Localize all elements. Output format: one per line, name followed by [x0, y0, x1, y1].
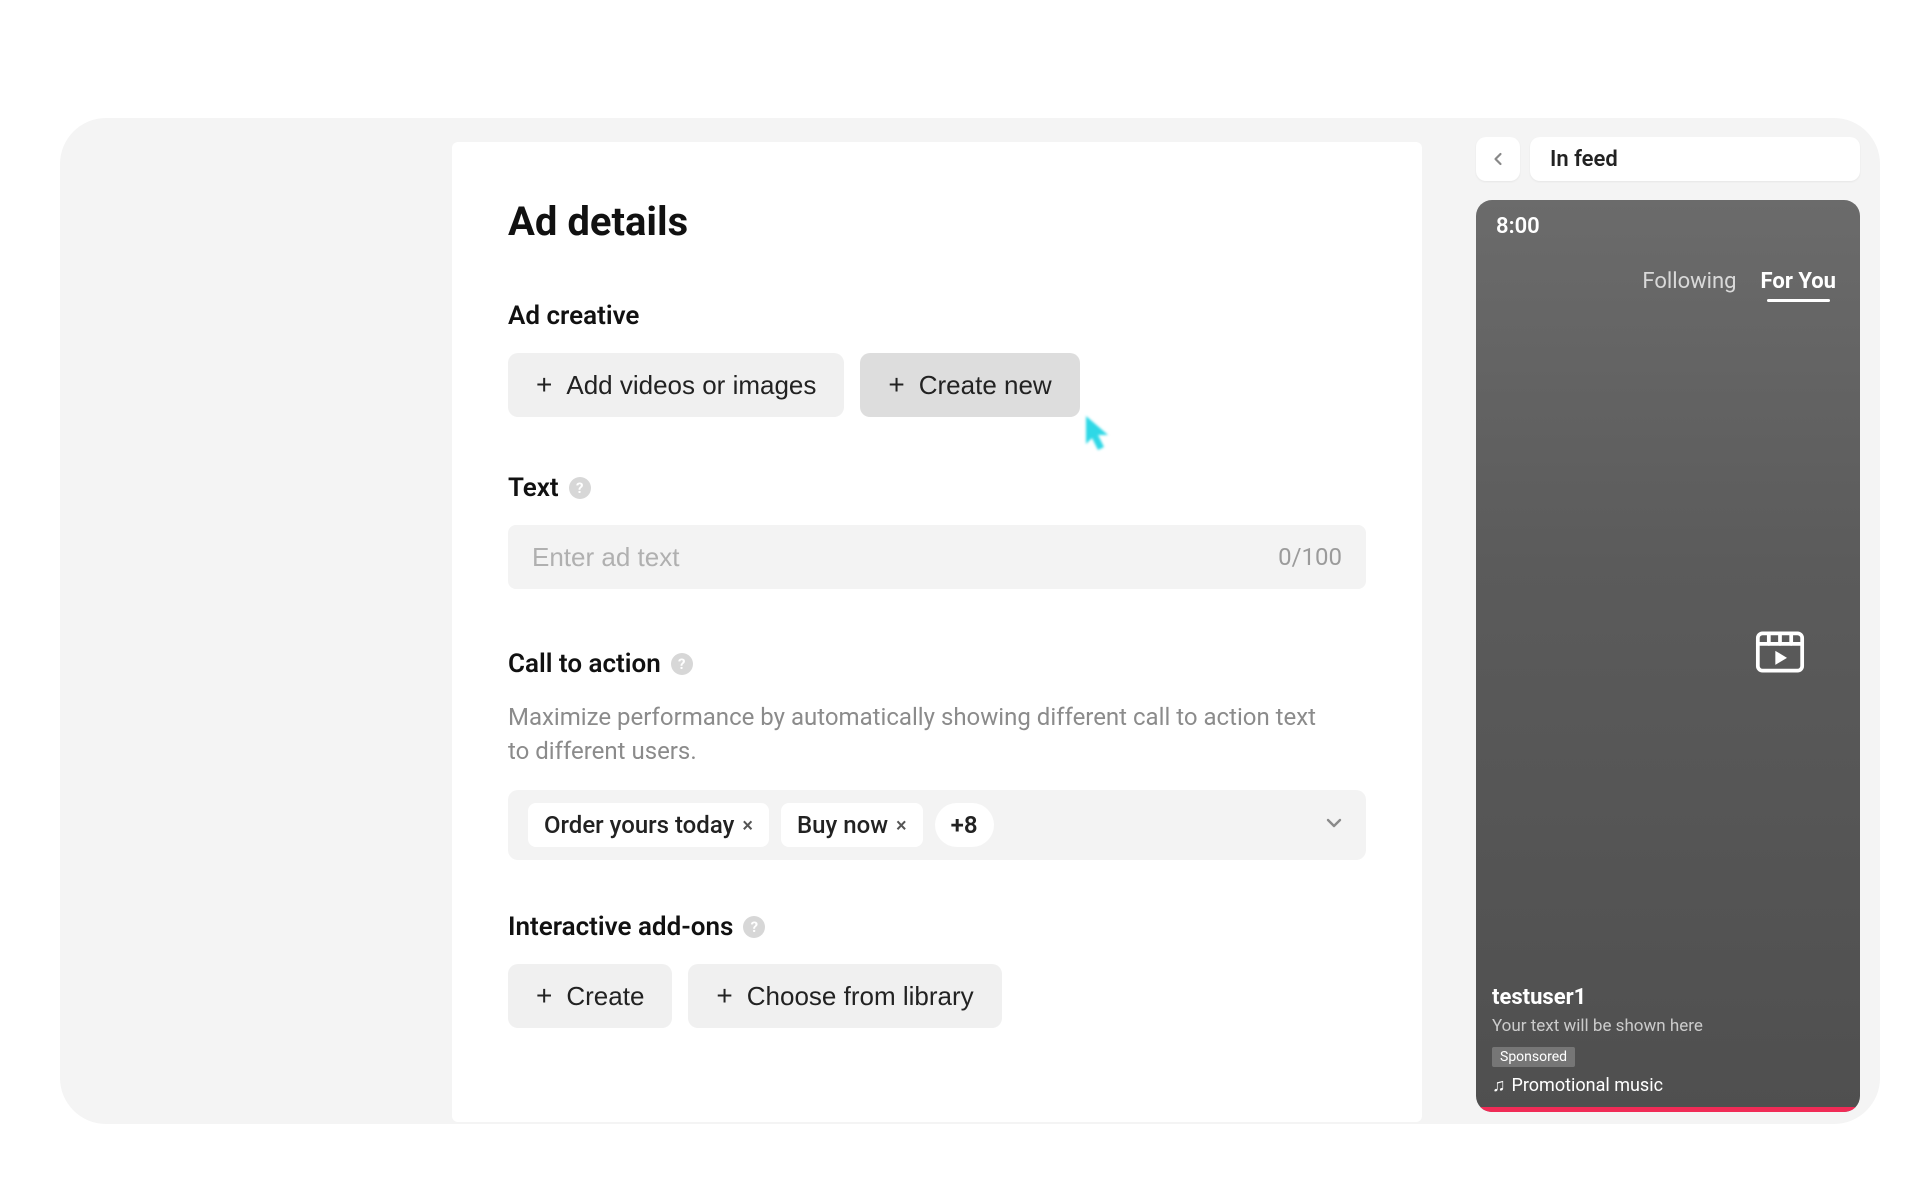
ad-text-field[interactable]: 0/100 [508, 525, 1366, 589]
cta-label: Call to action [508, 649, 661, 679]
char-counter: 0/100 [1278, 543, 1342, 571]
tab-for-you[interactable]: For You [1761, 269, 1836, 294]
addon-create-label: Create [566, 981, 644, 1012]
cta-description: Maximize performance by automatically sh… [508, 701, 1328, 768]
preview-mode-select[interactable]: In feed [1530, 137, 1860, 181]
preview-music: ♫ Promotional music [1492, 1075, 1844, 1096]
text-section: Text ? 0/100 [508, 473, 1366, 589]
ad-text-input[interactable] [532, 542, 1278, 573]
plus-icon: + [888, 369, 904, 401]
help-icon[interactable]: ? [743, 916, 765, 938]
text-label: Text [508, 473, 559, 503]
plus-icon: + [536, 980, 552, 1012]
preview-bottom-info: testuser1 Your text will be shown here S… [1492, 985, 1844, 1096]
preview-header: In feed [1476, 133, 1860, 185]
page-title: Ad details [508, 198, 1366, 245]
feed-tabs: Following For You [1476, 239, 1860, 294]
create-new-button[interactable]: + Create new [860, 353, 1079, 417]
call-to-action-section: Call to action ? Maximize performance by… [508, 649, 1366, 860]
preview-music-label: Promotional music [1512, 1075, 1664, 1096]
ad-creative-label: Ad creative [508, 301, 639, 331]
interactive-addons-section: Interactive add-ons ? + Create + Choose … [508, 912, 1366, 1028]
cta-chip-label: Buy now [797, 811, 888, 839]
sponsored-badge: Sponsored [1492, 1047, 1575, 1067]
ad-details-card: Ad details Ad creative + Add videos or i… [452, 142, 1422, 1122]
addon-choose-library-button[interactable]: + Choose from library [688, 964, 1001, 1028]
chip-remove-icon[interactable]: × [742, 813, 753, 837]
tab-following[interactable]: Following [1642, 269, 1736, 294]
preview-back-button[interactable] [1476, 137, 1520, 181]
cta-select[interactable]: Order yours today × Buy now × +8 [508, 790, 1366, 860]
preview-text-placeholder: Your text will be shown here [1492, 1016, 1844, 1036]
create-new-label: Create new [919, 370, 1052, 401]
add-videos-or-images-button[interactable]: + Add videos or images [508, 353, 844, 417]
status-time: 8:00 [1476, 200, 1860, 239]
help-icon[interactable]: ? [569, 477, 591, 499]
preview-username: testuser1 [1492, 985, 1844, 1010]
preview-mode-label: In feed [1550, 147, 1618, 172]
page-shell: Ad details Ad creative + Add videos or i… [60, 118, 1880, 1124]
preview-progress-bar [1476, 1107, 1860, 1112]
plus-icon: + [536, 369, 552, 401]
add-videos-or-images-label: Add videos or images [566, 370, 816, 401]
cta-more-badge[interactable]: +8 [935, 803, 994, 847]
help-icon[interactable]: ? [671, 653, 693, 675]
addon-library-label: Choose from library [747, 981, 974, 1012]
chip-remove-icon[interactable]: × [896, 813, 907, 837]
addons-label: Interactive add-ons [508, 912, 733, 942]
plus-icon: + [716, 980, 732, 1012]
cta-chip-label: Order yours today [544, 811, 734, 839]
cta-chip: Order yours today × [528, 803, 769, 847]
music-note-icon: ♫ [1492, 1075, 1506, 1096]
chevron-down-icon [1322, 811, 1346, 839]
ad-creative-section: Ad creative + Add videos or images + Cre… [508, 301, 1366, 417]
addon-create-button[interactable]: + Create [508, 964, 672, 1028]
chevron-left-icon [1488, 149, 1508, 169]
cta-chip: Buy now × [781, 803, 923, 847]
phone-preview: 8:00 Following For You testuser1 Your te… [1476, 200, 1860, 1112]
video-placeholder-icon [1748, 620, 1812, 684]
